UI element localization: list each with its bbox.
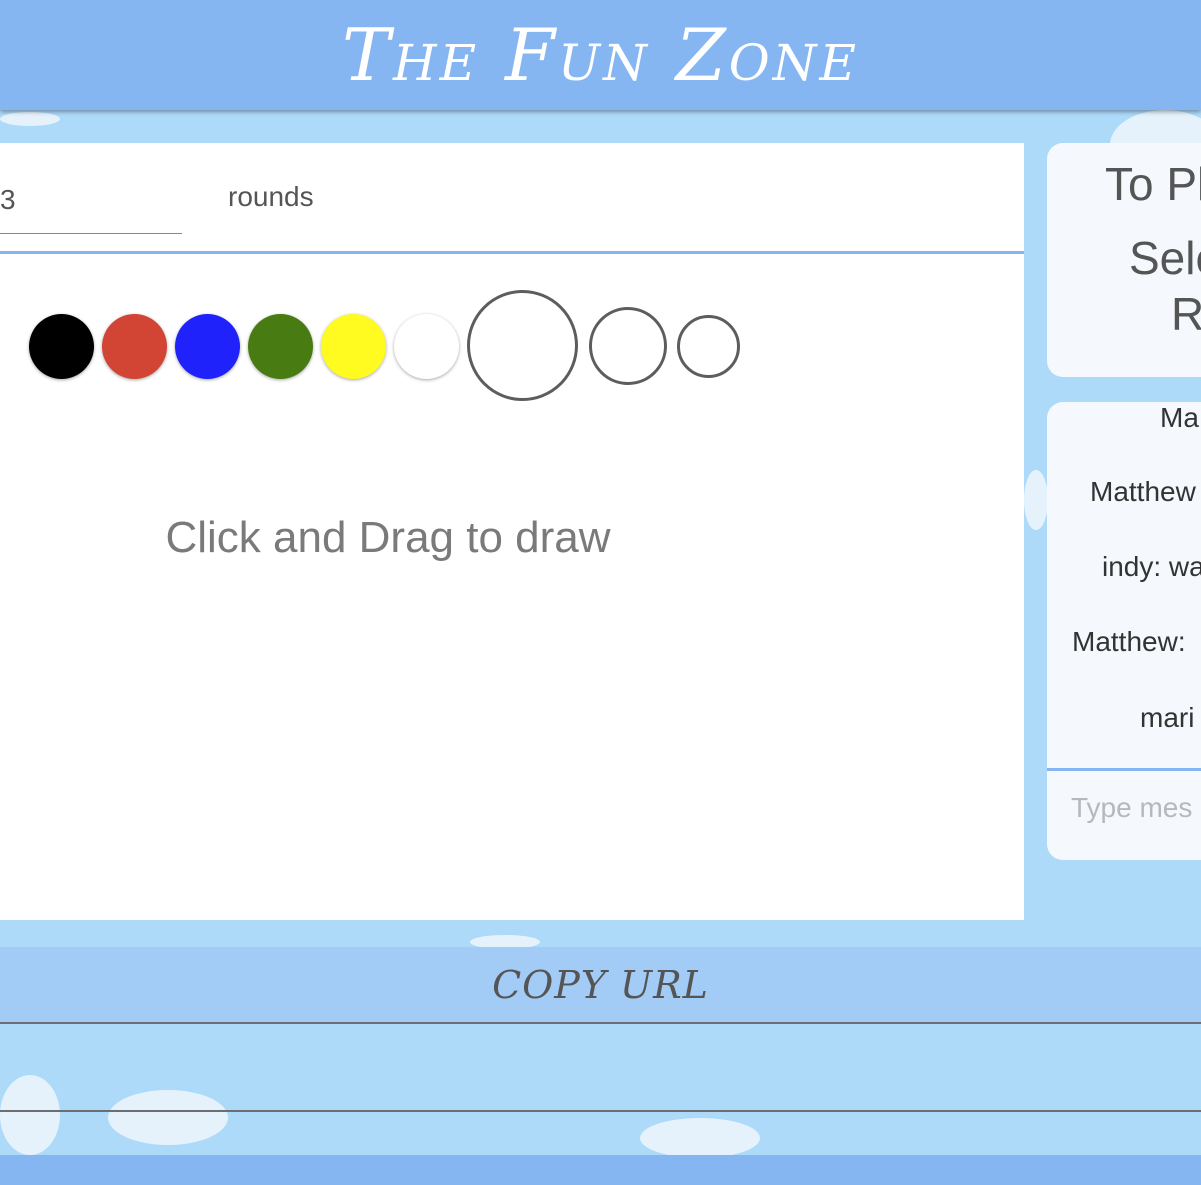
rounds-settings: rounds — [0, 143, 1024, 254]
cloud-decoration — [108, 1090, 228, 1145]
instructions-line-1: To Pl — [1105, 158, 1201, 210]
chat-message-input[interactable] — [1071, 788, 1201, 828]
brush-size-medium[interactable] — [589, 307, 667, 385]
cloud-decoration — [640, 1118, 760, 1158]
instructions-line-3: R — [1171, 288, 1201, 340]
app-header: The Fun Zone — [0, 0, 1201, 110]
cloud-decoration — [0, 1075, 60, 1155]
drawing-board: rounds Click and Drag to draw — [0, 143, 1024, 920]
chat-message: Matthew — [1090, 476, 1196, 507]
instructions-line-2: Sele — [1129, 232, 1201, 284]
color-swatch-white[interactable] — [394, 314, 459, 379]
cloud-decoration — [0, 112, 60, 126]
canvas-hint: Click and Drag to draw — [165, 513, 611, 562]
footer-bar — [0, 1155, 1201, 1185]
brush-size-small[interactable] — [677, 315, 740, 378]
color-swatch-red[interactable] — [102, 314, 167, 379]
color-swatch-black[interactable] — [29, 314, 94, 379]
copy-url-label: COPY URL — [492, 962, 709, 1007]
divider-line — [0, 1110, 1201, 1112]
color-swatch-yellow[interactable] — [321, 314, 386, 379]
rounds-input[interactable] — [0, 167, 182, 234]
color-swatch-blue[interactable] — [175, 314, 240, 379]
chat-message: Matthew: — [1072, 626, 1186, 657]
copy-url-button[interactable]: COPY URL — [0, 947, 1201, 1024]
chat-message: Ma — [1160, 402, 1199, 433]
chat-panel: Ma Matthew indy: wa Matthew: mari — [1047, 402, 1201, 860]
brush-size-large[interactable] — [467, 290, 578, 401]
rounds-label: rounds — [228, 181, 314, 212]
instructions-panel: To Pl Sele R — [1047, 143, 1201, 377]
cloud-decoration — [1024, 470, 1048, 530]
app-title: The Fun Zone — [341, 13, 859, 97]
chat-divider — [1047, 768, 1201, 771]
chat-message: indy: wa — [1102, 551, 1201, 582]
chat-message: mari — [1140, 702, 1195, 733]
color-swatch-green[interactable] — [248, 314, 313, 379]
